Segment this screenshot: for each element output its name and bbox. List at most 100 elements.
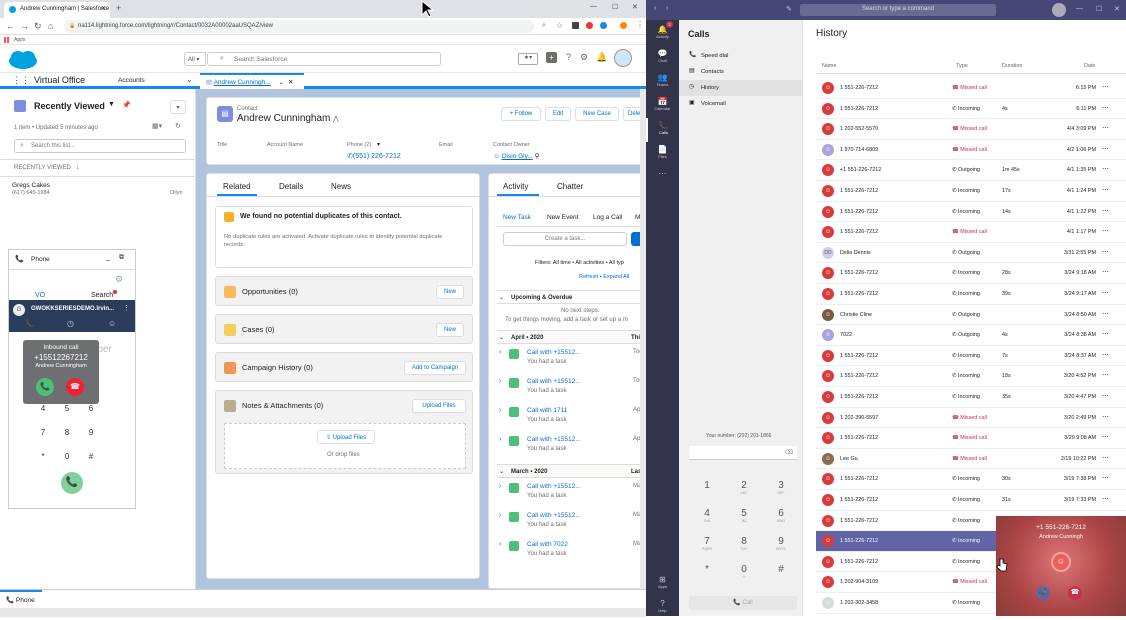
activity-title[interactable]: Call with 7022 bbox=[527, 541, 568, 548]
activity-item[interactable]: › Call with +15512... You had a task Tod bbox=[497, 373, 645, 402]
expand-icon[interactable]: › bbox=[499, 349, 501, 356]
hierarchy-icon[interactable]: ⋀ bbox=[333, 115, 339, 123]
backspace-icon[interactable]: ⌫ bbox=[785, 449, 793, 456]
more-options-icon[interactable]: ⋯ bbox=[1102, 310, 1109, 318]
opportunities-title[interactable]: Opportunities (0) bbox=[242, 287, 298, 296]
dialpad-tab-icon[interactable]: 📞 bbox=[25, 319, 35, 328]
window-minimize-button[interactable]: — bbox=[590, 3, 597, 10]
more-options-icon[interactable]: ⋯ bbox=[1102, 145, 1109, 153]
history-row[interactable]: ☺ 1 551-226-7212 ✆ Incoming 7s 3/24 8:37 AM ⋯ bbox=[816, 346, 1126, 367]
dial-number-input[interactable]: ⌫ bbox=[689, 446, 797, 460]
tab-close-icon[interactable]: ✕ bbox=[288, 79, 293, 86]
contact-owner-link[interactable]: ☺ Oisin Gly... ⚲ bbox=[493, 152, 539, 160]
rail-item-calendar[interactable]: 📅 Calendar bbox=[646, 94, 679, 118]
tab-related[interactable]: Related bbox=[223, 182, 251, 191]
dial-key-7[interactable]: 7 PQRS bbox=[689, 536, 725, 551]
tab-details[interactable]: Details bbox=[279, 182, 303, 191]
dial-key-1[interactable]: 1 bbox=[689, 480, 725, 491]
global-actions-icon[interactable]: + bbox=[546, 52, 557, 63]
more-options-icon[interactable]: ⋯ bbox=[1102, 268, 1109, 276]
nav-record-tab[interactable]: ▤ Andrew Cunningh... ⌄ ✕ bbox=[200, 73, 304, 89]
tab-dropdown-icon[interactable]: ⌄ bbox=[279, 79, 284, 86]
history-row[interactable]: ☺ Lee Gu ☎ Missed call 2/19 10:22 PM ⋯ bbox=[816, 449, 1126, 470]
tab-chatter[interactable]: Chatter bbox=[557, 182, 583, 191]
history-row[interactable]: ☺ 1 202-552-5570 ☎ Missed call 4/4 3:09 PM ⋯ bbox=[816, 119, 1126, 140]
history-row[interactable]: ☺ 1 551-226-7212 ✆ Incoming 39s 3/24 9:17 AM… bbox=[816, 284, 1126, 305]
tab-activity[interactable]: Activity bbox=[503, 182, 528, 191]
window-close-button[interactable]: ✕ bbox=[1114, 5, 1120, 13]
col-duration[interactable]: Duration bbox=[1002, 63, 1022, 69]
rail-item-activity[interactable]: 🔔 Activity bbox=[646, 22, 679, 46]
file-dropzone[interactable]: ⇪ Upload Files Or drop files bbox=[224, 423, 466, 469]
activity-item[interactable]: › Call with +15512... You had a task Mar bbox=[497, 478, 645, 507]
extension-icon[interactable] bbox=[620, 22, 627, 29]
upload-files-dropzone-button[interactable]: ⇪ Upload Files bbox=[317, 430, 375, 444]
rail-item--[interactable]: ⋯ bbox=[646, 166, 679, 190]
list-title[interactable]: Recently Viewed bbox=[34, 101, 105, 111]
new-case-related-button[interactable]: New bbox=[436, 323, 464, 337]
rail-item-files[interactable]: 📄 Files bbox=[646, 142, 679, 166]
dial-key-*[interactable]: * bbox=[689, 564, 725, 575]
history-row[interactable]: ☺ 1 202-390-5597 ☎ Missed call 3/20 2:49 PM… bbox=[816, 408, 1126, 429]
window-minimize-button[interactable]: — bbox=[1076, 5, 1083, 12]
expand-icon[interactable]: › bbox=[499, 512, 501, 519]
new-opportunity-button[interactable]: New bbox=[436, 285, 464, 299]
list-actions-button[interactable]: ▾ bbox=[170, 100, 186, 114]
rail-item-help[interactable]: ? Help bbox=[646, 596, 679, 620]
new-tab-button[interactable]: + bbox=[116, 3, 121, 13]
decline-call-button[interactable]: ☎ bbox=[1068, 586, 1082, 600]
col-name[interactable]: Name bbox=[822, 63, 836, 69]
history-row[interactable]: ☺ 1 551-226-7212 ✆ Incoming 28s 3/24 9:18 AM… bbox=[816, 263, 1126, 284]
more-options-icon[interactable]: ⋯ bbox=[1102, 371, 1109, 379]
apps-grid-icon[interactable] bbox=[4, 37, 10, 43]
more-options-icon[interactable]: ⋯ bbox=[1102, 186, 1109, 194]
list-search-input[interactable]: ⌕ Search this list... bbox=[14, 139, 186, 153]
activity-item[interactable]: › Call with +15512... You had a task Ap bbox=[497, 431, 645, 460]
more-options-icon[interactable]: ⋯ bbox=[1102, 474, 1109, 482]
activity-title[interactable]: Call with +15512... bbox=[527, 483, 581, 490]
history-row[interactable]: ☺ 1 551-226-7212 ✆ Incoming 17s 4/1 1:24 PM ⋯ bbox=[816, 181, 1126, 202]
expand-icon[interactable]: › bbox=[499, 407, 501, 414]
notifications-bell-icon[interactable]: 🔔 bbox=[596, 52, 607, 63]
new-case-button[interactable]: New Case bbox=[575, 107, 619, 121]
more-options-icon[interactable]: ⋯ bbox=[1102, 207, 1109, 215]
more-options-icon[interactable]: ⋯ bbox=[1102, 330, 1109, 338]
activity-title[interactable]: Call with 1711 bbox=[527, 407, 567, 414]
dial-key-6[interactable]: 6 MNO bbox=[763, 508, 799, 523]
apps-label[interactable]: Apps bbox=[14, 37, 25, 43]
change-owner-icon[interactable]: ⚲ bbox=[535, 153, 540, 160]
help-icon[interactable]: ? bbox=[566, 52, 571, 62]
activity-item[interactable]: › Call with 1711 You had a task Ap bbox=[497, 402, 645, 431]
tab-news[interactable]: News bbox=[331, 182, 351, 191]
history-row[interactable]: ☺ 1 551-226-7212 ✆ Incoming 4s 6:11 PM ⋯ bbox=[816, 99, 1126, 120]
keypad-key-0[interactable]: 0 bbox=[59, 448, 75, 464]
history-row[interactable]: ☺ 1 970-714-6809 ☎ Missed call 4/2 1:06 PM ⋯ bbox=[816, 140, 1126, 161]
popout-icon[interactable]: ⧉ bbox=[119, 254, 124, 262]
more-options-icon[interactable]: ⋯ bbox=[1102, 227, 1109, 235]
history-row[interactable]: ☺ 1 551-226-7212 ☎ Missed call 3/20 9:08 AM… bbox=[816, 428, 1126, 449]
back-icon[interactable]: ← bbox=[6, 21, 15, 31]
edit-button[interactable]: Edit bbox=[545, 107, 571, 121]
history-row[interactable]: ☺ 1 551-226-7212 ☎ Missed call 4/1 1:17 PM ⋯ bbox=[816, 222, 1126, 243]
rail-item-chat[interactable]: 💬 Chat bbox=[646, 46, 679, 70]
activity-filters[interactable]: Filters: All time • All activities • All… bbox=[535, 260, 624, 266]
more-options-icon[interactable]: ⋯ bbox=[1102, 413, 1109, 421]
upcoming-section[interactable]: ⌄ Upcoming & Overdue bbox=[497, 290, 645, 304]
dial-key-8[interactable]: 8 TUV bbox=[726, 536, 762, 551]
more-options-icon[interactable]: ⋯ bbox=[1102, 124, 1109, 132]
history-row[interactable]: DD Della Dennis ✆ Outgoing 3/31 2:55 PM ⋯ bbox=[816, 243, 1126, 264]
list-item[interactable]: Gregs Cakes (617) 645-1984 Oilyn bbox=[0, 177, 196, 203]
minimize-icon[interactable]: _ bbox=[106, 254, 110, 261]
history-row[interactable]: ☺ 7022 ✆ Outgoing 4s 3/24 8:38 AM ⋯ bbox=[816, 325, 1126, 346]
expand-icon[interactable]: › bbox=[499, 483, 501, 490]
more-options-icon[interactable]: ⋯ bbox=[1102, 248, 1109, 256]
history-row[interactable]: ☺ 1 551-226-7212 ✆ Incoming 18s 3/20 4:52 PM… bbox=[816, 366, 1126, 387]
settings-gear-icon[interactable]: ⚙ bbox=[115, 274, 123, 285]
tab-vo[interactable]: VO bbox=[35, 292, 45, 299]
col-date[interactable]: Date bbox=[1084, 63, 1095, 69]
activity-item[interactable]: › Call with 7022 You had a task Mar bbox=[497, 536, 645, 565]
salesforce-logo-icon[interactable] bbox=[8, 50, 38, 70]
back-icon[interactable]: ‹ bbox=[654, 5, 656, 12]
bookmark-star-icon[interactable]: ☆ bbox=[556, 21, 563, 30]
more-options-icon[interactable]: ⋯ bbox=[1102, 433, 1109, 441]
